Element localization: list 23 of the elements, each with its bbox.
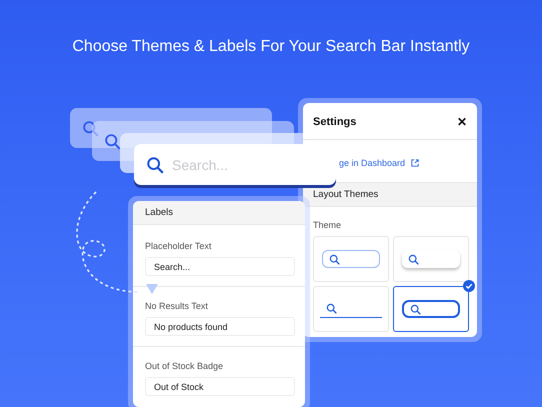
field-label: Placeholder Text [145, 240, 212, 251]
text-field[interactable]: No products found [145, 317, 295, 336]
close-button[interactable]: ✕ [457, 115, 467, 129]
section-header: Layout Themes [303, 182, 477, 207]
search-icon [329, 254, 340, 264]
search-icon [326, 303, 337, 314]
field-label: Out of Stock Badge [145, 360, 224, 371]
field-label: No Results Text [145, 300, 209, 311]
theme-option[interactable] [393, 286, 469, 332]
text-field[interactable]: Search... [145, 257, 295, 276]
search-placeholder: Search... [172, 156, 228, 172]
search-icon [410, 304, 421, 314]
search-icon [408, 254, 419, 264]
theme-label: Theme [312, 219, 342, 232]
search-icon [146, 156, 164, 174]
search-icon [82, 120, 99, 136]
dashboard-link[interactable]: ge in Dashboard [339, 158, 406, 168]
section-header: Labels [133, 201, 305, 225]
headline: Choose Themes & Labels For Your Search Bar Instantly [71, 38, 471, 56]
external-link-icon [411, 159, 420, 167]
search-icon [104, 132, 121, 150]
text-field[interactable]: Out of Stock [145, 377, 295, 396]
panel-title: Settings [313, 116, 356, 128]
